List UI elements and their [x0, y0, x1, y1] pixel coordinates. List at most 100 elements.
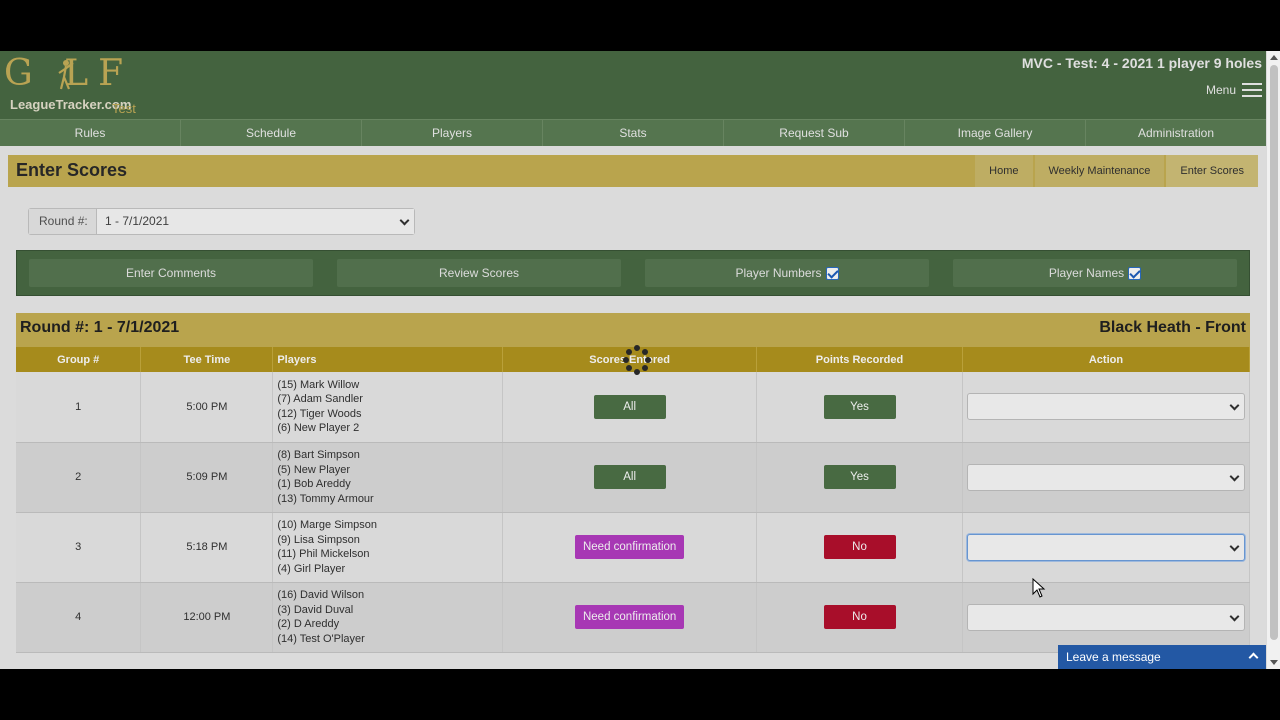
- breadcrumb-weekly-maintenance[interactable]: Weekly Maintenance: [1034, 155, 1165, 187]
- hamburger-icon: [1242, 83, 1262, 97]
- points-recorded-badge: Yes: [823, 465, 896, 489]
- browser-viewport: G LF LeagueTracker.com Test MVC - Test: …: [0, 51, 1280, 669]
- player-name: (12) Tiger Woods: [277, 407, 362, 420]
- player-name: (7) Adam Sandler: [277, 393, 363, 406]
- nav-stats[interactable]: Stats: [543, 120, 724, 146]
- player-name: (13) Tommy Armour: [277, 492, 374, 505]
- action-select[interactable]: [966, 463, 1245, 491]
- action-select[interactable]: [966, 603, 1245, 631]
- scores-toolbar: Enter Comments Review Scores Player Numb…: [16, 250, 1250, 296]
- action-cell: [962, 582, 1251, 653]
- player-numbers-label: Player Numbers: [735, 266, 822, 280]
- menu-button[interactable]: Menu: [1206, 83, 1262, 97]
- chat-label: Leave a message: [1066, 650, 1161, 664]
- table-row: 2 5:09 PM (8) Bart Simpson (5) New Playe…: [16, 442, 1251, 513]
- players-list: (15) Mark Willow (7) Adam Sandler (12) T…: [272, 372, 504, 443]
- checkbox-checked-icon[interactable]: [1128, 266, 1142, 280]
- scroll-thumb[interactable]: [1270, 65, 1278, 640]
- enter-comments-button[interactable]: Enter Comments: [29, 259, 313, 287]
- menu-label: Menu: [1205, 83, 1236, 97]
- group-number: 3: [16, 512, 142, 583]
- player-name: (9) Lisa Simpson: [277, 533, 360, 546]
- points-recorded-badge: No: [823, 605, 896, 629]
- round-label: Round #: 1 - 7/1/2021: [20, 319, 180, 336]
- scores-entered-badge[interactable]: Need confirmation: [574, 605, 685, 629]
- site-logo[interactable]: G LF LeagueTracker.com Test: [4, 53, 144, 117]
- page-title: Enter Scores: [16, 160, 128, 180]
- round-select-dropdown[interactable]: 1 - 7/1/2021: [97, 209, 414, 234]
- points-recorded-badge: No: [823, 535, 896, 559]
- scores-entered-cell: All: [502, 442, 758, 513]
- chevron-down-icon: [1229, 541, 1240, 551]
- table-row: 3 5:18 PM (10) Marge Simpson (9) Lisa Si…: [16, 512, 1251, 583]
- tee-time: 5:09 PM: [140, 442, 274, 513]
- col-group[interactable]: Group #: [16, 347, 142, 372]
- nav-rules[interactable]: Rules: [0, 120, 181, 146]
- group-number: 2: [16, 442, 142, 513]
- golfer-icon: [58, 60, 74, 90]
- points-recorded-cell: Yes: [756, 372, 963, 443]
- review-scores-button[interactable]: Review Scores: [337, 259, 621, 287]
- player-numbers-toggle[interactable]: Player Numbers: [645, 259, 929, 287]
- player-name: (11) Phil Mickelson: [277, 548, 370, 560]
- review-scores-label: Review Scores: [438, 266, 520, 280]
- logo-tag: Test: [112, 101, 136, 116]
- main-nav: Rules Schedule Players Stats Request Sub…: [0, 119, 1266, 146]
- tee-time: 5:18 PM: [140, 512, 274, 583]
- col-points-recorded[interactable]: Points Recorded: [756, 347, 963, 372]
- player-names-label: Player Names: [1048, 266, 1125, 280]
- player-name: (1) Bob Areddy: [277, 478, 351, 490]
- scroll-up-arrow-icon[interactable]: [1270, 55, 1278, 60]
- loading-spinner-icon: [623, 345, 651, 377]
- player-names-toggle[interactable]: Player Names: [953, 259, 1237, 287]
- chevron-down-icon: [1229, 611, 1240, 621]
- scores-entered-cell: Need confirmation: [502, 582, 758, 653]
- breadcrumb: Home Weekly Maintenance Enter Scores: [973, 155, 1258, 187]
- player-name: (3) David Duval: [277, 603, 354, 616]
- scroll-down-arrow-icon[interactable]: [1270, 660, 1278, 665]
- chat-widget[interactable]: Leave a message: [1058, 645, 1266, 669]
- nav-image-gallery[interactable]: Image Gallery: [905, 120, 1086, 146]
- points-recorded-cell: Yes: [756, 442, 963, 513]
- nav-request-sub[interactable]: Request Sub: [724, 120, 905, 146]
- round-header: Round #: 1 - 7/1/2021 Black Heath - Fron…: [16, 313, 1250, 347]
- table-row: 1 5:00 PM (15) Mark Willow (7) Adam Sand…: [16, 372, 1251, 443]
- group-number: 4: [16, 582, 142, 653]
- points-recorded-cell: No: [756, 582, 963, 653]
- tee-time: 5:00 PM: [140, 372, 274, 443]
- player-name: (4) Girl Player: [277, 562, 346, 575]
- action-select[interactable]: [966, 393, 1245, 421]
- league-title: MVC - Test: 4 - 2021 1 player 9 holes: [1021, 55, 1262, 71]
- course-label: Black Heath - Front: [1099, 319, 1246, 336]
- scores-entered-cell: All: [502, 372, 758, 443]
- player-name: (10) Marge Simpson: [277, 519, 377, 531]
- action-select[interactable]: [966, 533, 1245, 561]
- scores-table: Group # Tee Time Players Scores Entered …: [16, 347, 1251, 653]
- page-scrollbar[interactable]: [1266, 51, 1280, 669]
- scores-entered-cell: Need confirmation: [502, 512, 758, 583]
- player-name: (6) New Player 2: [277, 422, 360, 435]
- scores-entered-badge: All: [593, 465, 666, 489]
- action-cell: [962, 512, 1251, 583]
- points-recorded-badge: Yes: [823, 394, 896, 419]
- scores-entered-badge[interactable]: Need confirmation: [574, 535, 685, 559]
- checkbox-checked-icon[interactable]: [825, 266, 839, 280]
- round-select-value: 1 - 7/1/2021: [105, 214, 170, 228]
- nav-players[interactable]: Players: [362, 120, 543, 146]
- player-name: (2) D Areddy: [277, 618, 340, 630]
- round-selector-label: Round #:: [29, 209, 97, 234]
- chevron-down-icon: [1229, 471, 1240, 481]
- action-cell: [962, 442, 1251, 513]
- nav-administration[interactable]: Administration: [1086, 120, 1266, 146]
- nav-schedule[interactable]: Schedule: [181, 120, 362, 146]
- players-list: (10) Marge Simpson (9) Lisa Simpson (11)…: [272, 512, 504, 583]
- action-cell: [962, 372, 1251, 443]
- player-name: (15) Mark Willow: [277, 378, 360, 391]
- col-action[interactable]: Action: [962, 347, 1251, 372]
- breadcrumb-home[interactable]: Home: [975, 155, 1033, 187]
- player-name: (14) Test O'Player: [277, 632, 365, 645]
- player-name: (16) David Wilson: [277, 589, 365, 601]
- col-tee-time[interactable]: Tee Time: [140, 347, 274, 372]
- player-name: (5) New Player: [277, 463, 351, 476]
- col-players[interactable]: Players: [272, 347, 504, 372]
